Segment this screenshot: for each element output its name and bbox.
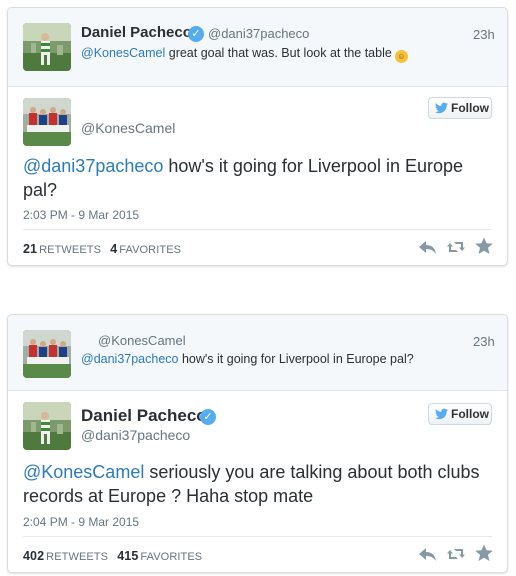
- favorites-stat[interactable]: 415 FAVORITES: [117, 549, 202, 563]
- retweets-stat[interactable]: 402 RETWEETS: [23, 549, 114, 563]
- smiling-face-emoji-icon: ☺: [394, 50, 408, 63]
- author-name[interactable]: Daniel Pacheco: [81, 24, 192, 41]
- star-icon[interactable]: [474, 544, 494, 562]
- tweet-timestamp[interactable]: 2:04 PM - 9 Mar 2015: [23, 515, 139, 529]
- retweet-icon[interactable]: [446, 238, 466, 256]
- tweet-card-1: Daniel Pacheco ✓ @dani37pacheco 23h @Kon…: [7, 7, 508, 266]
- tweet-body: great goal that was. But look at the tab…: [165, 46, 392, 60]
- parent-tweet-text: @dani37pacheco how's it going for Liverp…: [81, 352, 414, 366]
- retweets-stat[interactable]: 21 RETWEETS: [23, 242, 107, 256]
- tweet-text: @dani37pacheco how's it going for Liverp…: [23, 154, 493, 202]
- tweet-stats: 402 RETWEETS 415 FAVORITES: [23, 549, 202, 563]
- tweet-stats: 21 RETWEETS 4 FAVORITES: [23, 242, 181, 256]
- verified-badge-icon: ✓: [200, 409, 216, 425]
- twitter-bird-icon: [435, 102, 448, 114]
- mention-link[interactable]: @KonesCamel: [81, 46, 165, 60]
- follow-label: Follow: [451, 101, 489, 115]
- tweet-time[interactable]: 23h: [473, 334, 495, 349]
- follow-label: Follow: [451, 407, 489, 421]
- divider: [23, 229, 492, 230]
- parent-tweet-text: @KonesCamel great goal that was. But loo…: [81, 46, 408, 63]
- twitter-bird-icon: [435, 408, 448, 420]
- author-name[interactable]: Daniel Pacheco: [81, 406, 207, 426]
- mention-link[interactable]: @dani37pacheco: [23, 156, 163, 176]
- divider: [23, 536, 492, 537]
- tweet-time[interactable]: 23h: [473, 27, 495, 42]
- author-handle[interactable]: @dani37pacheco: [81, 427, 190, 443]
- avatar-daniel-pacheco[interactable]: [23, 23, 71, 71]
- mention-link[interactable]: @KonesCamel: [23, 462, 144, 482]
- mention-link[interactable]: @dani37pacheco: [81, 352, 179, 366]
- avatar-daniel-pacheco[interactable]: [23, 402, 71, 450]
- parent-tweet-2[interactable]: @KonesCamel 23h @dani37pacheco how's it …: [8, 315, 507, 391]
- retweet-icon[interactable]: [446, 545, 466, 563]
- tweet-line-2: records at Europe ? Haha stop mate: [23, 486, 314, 506]
- reply-icon[interactable]: [418, 238, 438, 256]
- star-icon[interactable]: [474, 237, 494, 255]
- tweet-text: @KonesCamel seriously you are talking ab…: [23, 460, 498, 508]
- verified-badge-icon: ✓: [188, 26, 204, 42]
- avatar-kones-camel[interactable]: [23, 330, 71, 378]
- tweet-line-1: @KonesCamel seriously you are talking ab…: [23, 460, 498, 484]
- author-handle[interactable]: @KonesCamel: [98, 333, 186, 348]
- follow-button[interactable]: Follow: [428, 97, 492, 119]
- reply-icon[interactable]: [418, 545, 438, 563]
- author-handle[interactable]: @dani37pacheco: [208, 26, 309, 41]
- avatar-kones-camel[interactable]: [23, 98, 71, 146]
- author-handle[interactable]: @KonesCamel: [81, 120, 175, 136]
- favorites-stat[interactable]: 4 FAVORITES: [110, 242, 181, 256]
- tweet-card-2: @KonesCamel 23h @dani37pacheco how's it …: [7, 314, 508, 573]
- tweet-body: how's it going for Liverpool in Europe p…: [178, 352, 414, 366]
- parent-tweet-1[interactable]: Daniel Pacheco ✓ @dani37pacheco 23h @Kon…: [8, 8, 507, 87]
- tweet-body: seriously you are talking about both clu…: [144, 462, 480, 482]
- follow-button[interactable]: Follow: [428, 403, 492, 425]
- tweet-timestamp[interactable]: 2:03 PM - 9 Mar 2015: [23, 208, 139, 222]
